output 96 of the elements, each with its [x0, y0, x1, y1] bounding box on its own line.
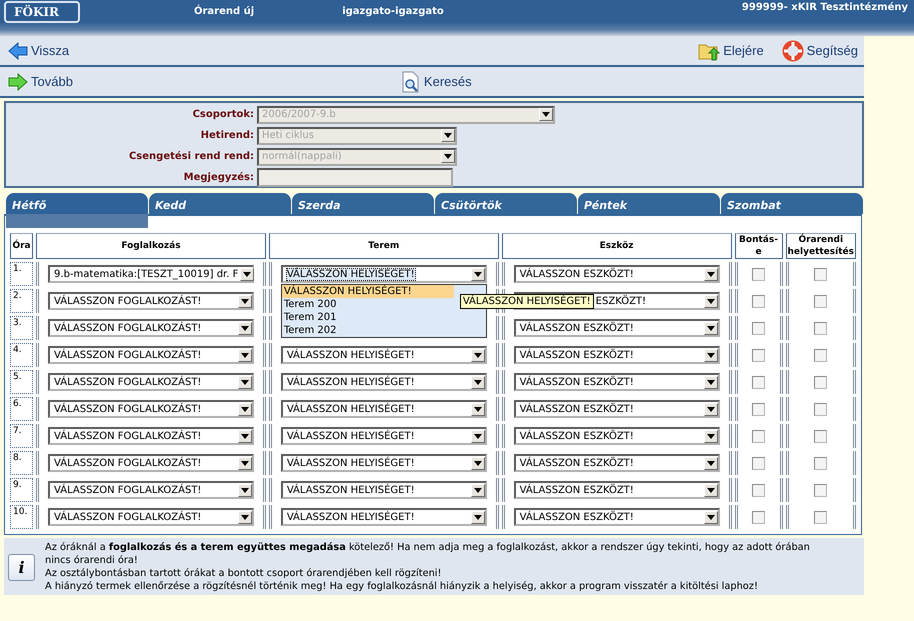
room-dropdown[interactable]: VÁLASSZON HELYISÉGET!	[280, 481, 487, 499]
info-text: Az osztálybontásban tartott órákat a bontott csoport órarendjében kell rögzíteni!	[45, 567, 442, 580]
checkbox[interactable]	[752, 322, 766, 334]
forward-button[interactable]: Tovább	[8, 72, 73, 92]
room-dropdown[interactable]: VÁLASSZON HELYISÉGET!	[280, 427, 487, 445]
checkbox[interactable]	[814, 322, 828, 334]
activity-dropdown[interactable]: VÁLASSZON FOGLALKOZÁST!	[48, 454, 254, 472]
info-text: Az óráknál a foglalkozás és a terem együttes megadása kötelező! Ha nem adja meg a foglalkozást, akkor a rendszer úgy tekinti, hogy az adott órában nincs órarendi óra!	[45, 541, 811, 567]
input-field[interactable]	[257, 168, 453, 187]
checkbox[interactable]	[814, 430, 828, 442]
field-label: Csoportok:	[192, 109, 255, 120]
hour-number: 4.	[10, 343, 34, 367]
help-button[interactable]: Segítség	[782, 40, 858, 62]
column-header: Óra	[10, 233, 34, 259]
hour-number: 3.	[10, 316, 34, 340]
checkbox[interactable]	[814, 294, 828, 308]
activity-dropdown[interactable]: VÁLASSZON FOGLALKOZÁST!	[48, 346, 254, 364]
checkbox[interactable]	[752, 456, 766, 470]
column-header: Foglalkozás	[36, 233, 266, 259]
institution-name: 999999- xKIR Tesztintézmény	[742, 2, 908, 13]
room-dropdown[interactable]: VÁLASSZON HELYISÉGET!	[280, 346, 487, 364]
checkbox[interactable]	[814, 510, 828, 524]
user-name: igazgato-igazgato	[342, 6, 444, 17]
day-tab[interactable]: Csütörtök	[435, 193, 577, 214]
checkbox[interactable]	[752, 376, 766, 388]
checkbox[interactable]	[752, 484, 766, 496]
field-label: Hetirend:	[200, 130, 255, 141]
hour-number: 8.	[10, 451, 34, 475]
device-dropdown[interactable]: VÁLASSZON ESZKÖZT!	[514, 265, 720, 283]
logo: FÖKIR	[4, 1, 80, 23]
device-dropdown[interactable]: VÁLASSZON ESZKÖZT!	[514, 400, 720, 418]
device-dropdown[interactable]: VÁLASSZON ESZKÖZT!	[514, 508, 720, 526]
hour-number: 5.	[10, 370, 34, 394]
room-option[interactable]: Terem 201	[282, 311, 454, 324]
checkbox[interactable]	[814, 402, 828, 416]
activity-dropdown[interactable]: 9.b-matematika:[TESZT_10019] dr. F	[48, 265, 254, 283]
activity-dropdown[interactable]: VÁLASSZON FOGLALKOZÁST!	[48, 481, 254, 499]
lifebuoy-icon	[782, 40, 804, 62]
device-dropdown[interactable]: VÁLASSZON ESZKÖZT!	[514, 454, 720, 472]
search-button[interactable]: Keresés	[400, 70, 472, 92]
checkbox[interactable]	[752, 430, 766, 442]
forward-arrow-icon	[8, 72, 28, 92]
room-dropdown[interactable]: VÁLASSZON HELYISÉGET!	[280, 454, 487, 472]
column-header: Bontás-e	[734, 233, 783, 259]
column-header: Eszköz	[502, 233, 732, 259]
room-dropdown[interactable]: VÁLASSZON HELYISÉGET!	[280, 265, 487, 283]
device-dropdown[interactable]: VÁLASSZON ESZKÖZT!	[514, 373, 720, 391]
column-header: Órarendi helyettesítés	[786, 233, 856, 259]
checkbox[interactable]	[752, 348, 766, 362]
checkbox[interactable]	[814, 376, 828, 388]
checkbox[interactable]	[814, 456, 828, 470]
hour-number: 7.	[10, 424, 34, 448]
checkbox[interactable]	[752, 294, 766, 308]
hour-number: 9.	[10, 478, 34, 502]
activity-dropdown[interactable]: VÁLASSZON FOGLALKOZÁST!	[48, 400, 254, 418]
hour-number: 10.	[10, 505, 34, 529]
page-title: Órarend új	[194, 6, 254, 17]
checkbox[interactable]	[752, 402, 766, 416]
checkbox[interactable]	[814, 348, 828, 362]
info-text: A hiányzó termek ellenőrzése a rögzítésnél történik meg! Ha egy foglalkozásnál hiányzik a helyiség, akkor a program visszatér a kitöltési laphoz!	[45, 580, 759, 593]
day-tab[interactable]: Szombat	[721, 193, 863, 214]
room-dropdown[interactable]: VÁLASSZON HELYISÉGET!	[280, 508, 487, 526]
document-magnifier-icon	[400, 70, 421, 92]
tooltip: VÁLASSZON HELYISÉGET!	[460, 294, 594, 309]
room-option[interactable]: Terem 200	[282, 298, 454, 311]
info-icon: i	[8, 554, 35, 580]
device-dropdown[interactable]: VÁLASSZON ESZKÖZT!	[514, 481, 720, 499]
back-button[interactable]: Vissza	[8, 40, 70, 60]
day-tab[interactable]: Szerda	[292, 193, 434, 214]
activity-dropdown[interactable]: VÁLASSZON FOGLALKOZÁST!	[48, 292, 254, 310]
hour-number: 2.	[10, 289, 34, 313]
field-label: Megjegyzés:	[182, 172, 255, 183]
day-tab[interactable]: Kedd	[149, 193, 291, 214]
column-header: Terem	[268, 233, 499, 259]
checkbox[interactable]	[752, 268, 766, 280]
checkbox[interactable]	[814, 484, 828, 496]
hour-number: 1.	[10, 262, 34, 286]
room-dropdown[interactable]: VÁLASSZON HELYISÉGET!	[280, 400, 487, 418]
checkbox[interactable]	[814, 268, 828, 280]
room-option[interactable]: Terem 202	[282, 324, 454, 337]
device-dropdown[interactable]: VÁLASSZON ESZKÖZT!	[514, 427, 720, 445]
field-label: Csengetési rend rend:	[128, 151, 255, 162]
device-dropdown[interactable]: VÁLASSZON ESZKÖZT!	[514, 319, 720, 337]
activity-dropdown[interactable]: VÁLASSZON FOGLALKOZÁST!	[48, 427, 254, 445]
device-dropdown[interactable]: VÁLASSZON ESZKÖZT!	[514, 346, 720, 364]
hour-number: 6.	[10, 397, 34, 421]
room-option[interactable]: VÁLASSZON HELYISÉGET!	[282, 285, 454, 298]
activity-dropdown[interactable]: VÁLASSZON FOGLALKOZÁST!	[48, 373, 254, 391]
room-dropdown[interactable]: VÁLASSZON HELYISÉGET!	[280, 373, 487, 391]
checkbox[interactable]	[752, 510, 766, 524]
activity-dropdown[interactable]: VÁLASSZON FOGLALKOZÁST!	[48, 319, 254, 337]
day-tab[interactable]: Péntek	[578, 193, 720, 214]
back-arrow-icon	[8, 40, 28, 60]
activity-dropdown[interactable]: VÁLASSZON FOGLALKOZÁST!	[48, 508, 254, 526]
day-tab[interactable]: Hétfő	[6, 193, 148, 228]
home-button[interactable]: Elejére	[698, 40, 764, 62]
